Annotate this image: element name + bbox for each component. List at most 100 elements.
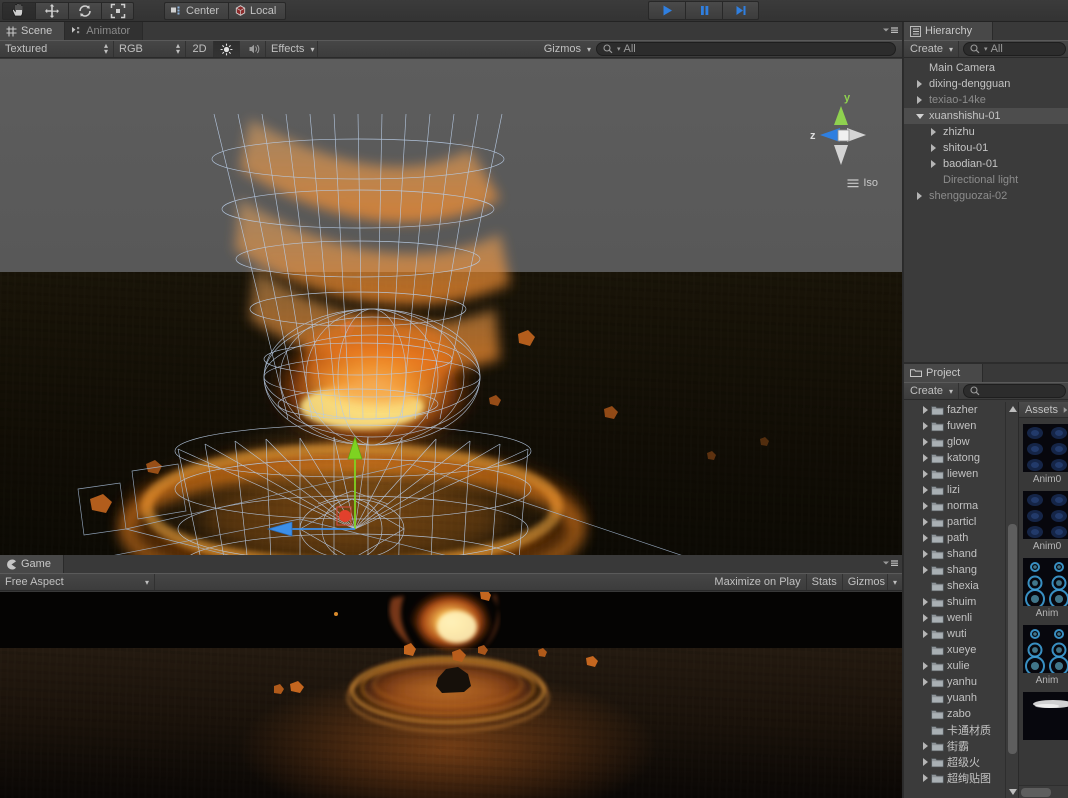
- project-folder-row[interactable]: norma: [904, 498, 1005, 514]
- disclosure-triangle[interactable]: [920, 421, 931, 432]
- project-folder-row[interactable]: 卡通材质: [904, 722, 1005, 738]
- project-folder-row[interactable]: 超级火: [904, 754, 1005, 770]
- hierarchy-item[interactable]: baodian-01: [904, 156, 1068, 172]
- effects-dropdown[interactable]: Effects ▾: [266, 41, 318, 57]
- disclosure-triangle[interactable]: [920, 757, 931, 768]
- project-folder-row[interactable]: path: [904, 530, 1005, 546]
- tab-game[interactable]: Game: [0, 555, 64, 573]
- project-folder-row[interactable]: particl: [904, 514, 1005, 530]
- tab-project[interactable]: Project: [904, 364, 983, 382]
- disclosure-triangle[interactable]: [920, 453, 931, 464]
- project-folder-row[interactable]: xulie: [904, 658, 1005, 674]
- hierarchy-create-dropdown[interactable]: Create ▾: [904, 41, 959, 57]
- project-assets-pane[interactable]: Assets Anim0Anim0AnimAnim: [1019, 402, 1068, 798]
- project-search-input[interactable]: [963, 384, 1066, 398]
- tab-animator[interactable]: Animator: [65, 22, 143, 40]
- project-folder-row[interactable]: shuim: [904, 594, 1005, 610]
- hierarchy-item[interactable]: shengguozai-02: [904, 188, 1068, 204]
- scale-tool-button[interactable]: [101, 2, 134, 20]
- game-gizmos-dropdown[interactable]: Gizmos: [843, 574, 887, 590]
- audio-toggle-button[interactable]: [240, 41, 266, 57]
- disclosure-triangle[interactable]: [920, 549, 931, 560]
- gizmos-dropdown[interactable]: Gizmos ▾: [539, 41, 596, 57]
- disclosure-triangle[interactable]: [920, 501, 931, 512]
- asset-item[interactable]: Anim: [1023, 558, 1068, 619]
- project-folder-row[interactable]: fuwen: [904, 418, 1005, 434]
- disclosure-triangle[interactable]: [920, 405, 931, 416]
- asset-thumbnail[interactable]: [1023, 625, 1068, 673]
- project-folder-row[interactable]: wuti: [904, 626, 1005, 642]
- stats-toggle[interactable]: Stats: [807, 574, 843, 590]
- disclosure-triangle[interactable]: [928, 159, 939, 170]
- project-folder-row[interactable]: shexia: [904, 578, 1005, 594]
- color-mode-dropdown[interactable]: RGB ▴▾: [114, 41, 186, 57]
- scene-panel-menu-icon[interactable]: [879, 26, 899, 39]
- hierarchy-item[interactable]: Main Camera: [904, 60, 1068, 76]
- disclosure-triangle[interactable]: [914, 191, 925, 202]
- project-folder-row[interactable]: liewen: [904, 466, 1005, 482]
- project-folder-row[interactable]: xueye: [904, 642, 1005, 658]
- disclosure-triangle[interactable]: [920, 469, 931, 480]
- asset-item[interactable]: Anim0: [1023, 491, 1068, 552]
- project-folder-tree[interactable]: fazherfuwenglowkatongliewenlizinormapart…: [904, 402, 1005, 798]
- aspect-ratio-dropdown[interactable]: Free Aspect ▾: [0, 574, 155, 590]
- rotate-tool-button[interactable]: [68, 2, 101, 20]
- project-folder-row[interactable]: 街霸: [904, 738, 1005, 754]
- project-folder-row[interactable]: fazher: [904, 402, 1005, 418]
- disclosure-triangle[interactable]: [920, 629, 931, 640]
- asset-item[interactable]: [1023, 692, 1068, 742]
- move-tool-button[interactable]: [35, 2, 68, 20]
- game-gizmos-caret[interactable]: ▾: [887, 574, 902, 590]
- project-folder-row[interactable]: shand: [904, 546, 1005, 562]
- disclosure-triangle[interactable]: [920, 517, 931, 528]
- pivot-mode-button[interactable]: Center: [164, 2, 228, 20]
- disclosure-triangle[interactable]: [914, 95, 925, 106]
- hierarchy-item[interactable]: zhizhu: [904, 124, 1068, 140]
- hierarchy-search-input[interactable]: ▾ All: [963, 42, 1066, 56]
- hierarchy-item[interactable]: shitou-01: [904, 140, 1068, 156]
- project-folder-row[interactable]: lizi: [904, 482, 1005, 498]
- disclosure-triangle[interactable]: [920, 485, 931, 496]
- project-create-dropdown[interactable]: Create ▾: [904, 383, 959, 399]
- hierarchy-item[interactable]: Directional light: [904, 172, 1068, 188]
- scene-search-input[interactable]: ▾ All: [596, 42, 896, 56]
- project-folder-row[interactable]: glow: [904, 434, 1005, 450]
- step-button[interactable]: [722, 1, 759, 20]
- project-folder-row[interactable]: yanhu: [904, 674, 1005, 690]
- lighting-toggle-button[interactable]: [214, 41, 240, 57]
- disclosure-triangle[interactable]: [920, 773, 931, 784]
- disclosure-triangle[interactable]: [914, 79, 925, 90]
- hierarchy-item[interactable]: dixing-dengguan: [904, 76, 1068, 92]
- project-folder-row[interactable]: yuanh: [904, 690, 1005, 706]
- hierarchy-item[interactable]: texiao-14ke: [904, 92, 1068, 108]
- disclosure-triangle[interactable]: [920, 565, 931, 576]
- project-tree-scrollbar[interactable]: [1005, 402, 1018, 798]
- asset-thumbnail[interactable]: [1023, 424, 1068, 472]
- tab-scene[interactable]: Scene: [0, 22, 65, 40]
- hierarchy-tree[interactable]: Main Cameradixing-dengguantexiao-14kexua…: [904, 60, 1068, 362]
- asset-thumbnail[interactable]: [1023, 692, 1068, 740]
- scene-projection-mode[interactable]: Iso: [847, 177, 878, 189]
- asset-thumbnail[interactable]: [1023, 558, 1068, 606]
- disclosure-triangle[interactable]: [920, 597, 931, 608]
- disclosure-triangle[interactable]: [928, 127, 939, 138]
- dock-splitter[interactable]: [902, 22, 903, 798]
- disclosure-triangle[interactable]: [920, 741, 931, 752]
- disclosure-triangle[interactable]: [920, 677, 931, 688]
- space-mode-button[interactable]: Local: [228, 2, 286, 20]
- project-tree-scroll-thumb[interactable]: [1008, 524, 1017, 754]
- project-folder-row[interactable]: 超绚贴图: [904, 770, 1005, 786]
- disclosure-triangle[interactable]: [920, 533, 931, 544]
- disclosure-triangle[interactable]: [920, 661, 931, 672]
- disclosure-triangle[interactable]: [928, 143, 939, 154]
- project-folder-row[interactable]: katong: [904, 450, 1005, 466]
- hierarchy-item[interactable]: xuanshishu-01: [904, 108, 1068, 124]
- disclosure-triangle[interactable]: [920, 613, 931, 624]
- play-button[interactable]: [648, 1, 685, 20]
- game-viewport[interactable]: [0, 592, 902, 798]
- project-folder-row[interactable]: shang: [904, 562, 1005, 578]
- game-panel-menu-icon[interactable]: [879, 559, 899, 572]
- project-folder-row[interactable]: zabo: [904, 706, 1005, 722]
- tab-hierarchy[interactable]: Hierarchy: [904, 22, 993, 40]
- hand-tool-button[interactable]: [2, 2, 35, 20]
